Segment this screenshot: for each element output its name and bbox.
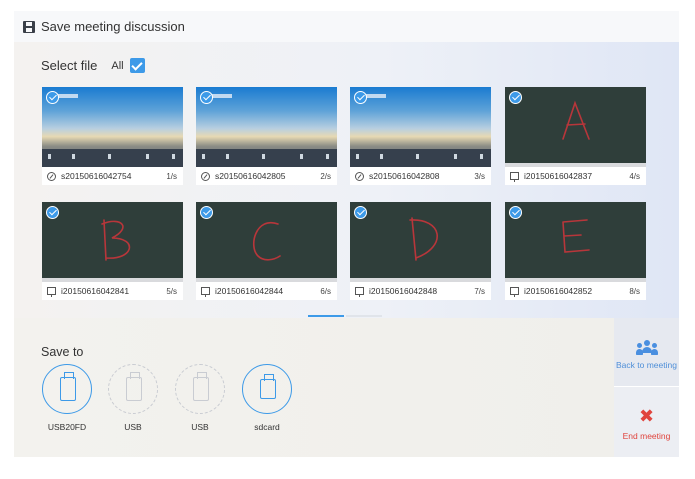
whiteboard-icon — [510, 287, 519, 297]
file-checkbox[interactable] — [200, 206, 213, 219]
usb-drive-icon — [60, 372, 76, 401]
sdcard-icon — [260, 374, 276, 399]
back-to-meeting-button[interactable]: Back to meeting — [614, 318, 679, 387]
select-file-row: Select file All — [41, 58, 145, 73]
device-sdcard[interactable]: sdcard — [241, 364, 293, 439]
file-selection-area: Select file All s20150616042754 1/s s201… — [14, 42, 679, 318]
file-name: i20150616042837 — [524, 171, 593, 181]
screenshot-icon — [355, 171, 364, 181]
usb-drive-icon — [126, 372, 142, 401]
device-label: USB — [191, 422, 209, 432]
side-actions: Back to meeting ✖ End meeting — [614, 318, 679, 457]
end-meeting-label: End meeting — [622, 431, 671, 441]
usb-drive-icon — [193, 372, 209, 401]
handwriting-b — [101, 219, 131, 261]
whiteboard-icon — [47, 287, 56, 297]
device-circle[interactable] — [42, 364, 92, 414]
device-label: USB20FD — [47, 422, 87, 432]
device-usb20fd[interactable]: USB20FD — [41, 364, 93, 439]
file-count: 1/s — [166, 171, 177, 181]
screenshot-thumbnail — [196, 87, 337, 167]
file-name: i20150616042848 — [369, 286, 438, 296]
device-usb[interactable]: USB — [107, 364, 159, 439]
save-to-panel: Save to USB20FD USB USB sdcard — [14, 318, 614, 457]
whiteboard-thumbnail — [505, 202, 646, 282]
floppy-disk-icon — [23, 20, 35, 33]
close-icon: ✖ — [638, 406, 655, 427]
whiteboard-thumbnail — [505, 87, 646, 167]
screenshot-icon — [201, 171, 210, 181]
dialog-title: Save meeting discussion — [41, 19, 185, 34]
file-count: 4/s — [629, 171, 640, 181]
screenshot-icon — [47, 171, 56, 181]
whiteboard-icon — [355, 287, 364, 297]
device-circle[interactable] — [108, 364, 158, 414]
device-label: sdcard — [254, 422, 280, 432]
file-checkbox[interactable] — [354, 206, 367, 219]
file-checkbox[interactable] — [46, 91, 59, 104]
device-label: USB — [124, 422, 142, 432]
select-all-label: All — [111, 59, 124, 72]
file-checkbox[interactable] — [46, 206, 59, 219]
file-meta: s20150616042805 2/s — [196, 167, 337, 185]
file-meta: s20150616042808 3/s — [350, 167, 491, 185]
people-icon — [635, 340, 658, 355]
file-checkbox[interactable] — [509, 91, 522, 104]
file-checkbox[interactable] — [354, 91, 367, 104]
save-dialog: Save meeting discussion Select file All … — [14, 11, 679, 457]
end-meeting-button[interactable]: ✖ End meeting — [614, 388, 679, 457]
file-count: 3/s — [474, 171, 485, 181]
file-meta: i20150616042844 6/s — [196, 282, 337, 300]
whiteboard-icon — [201, 287, 210, 297]
whiteboard-thumbnail — [42, 202, 183, 282]
file-meta: s20150616042754 1/s — [42, 167, 183, 185]
handwriting-c — [253, 221, 281, 261]
save-to-label: Save to — [41, 345, 84, 359]
handwriting-a — [562, 100, 590, 140]
file-count: 2/s — [320, 171, 331, 181]
file-card[interactable]: i20150616042852 8/s — [505, 202, 646, 300]
file-card[interactable]: i20150616042848 7/s — [350, 202, 491, 300]
file-meta: i20150616042848 7/s — [350, 282, 491, 300]
device-usb[interactable]: USB — [174, 364, 226, 439]
file-name: i20150616042844 — [215, 286, 284, 296]
file-checkbox[interactable] — [509, 206, 522, 219]
screenshot-thumbnail — [350, 87, 491, 167]
whiteboard-thumbnail — [196, 202, 337, 282]
file-card[interactable]: s20150616042808 3/s — [350, 87, 491, 185]
file-card[interactable]: i20150616042844 6/s — [196, 202, 337, 300]
file-name: i20150616042841 — [61, 286, 130, 296]
handwriting-d — [409, 217, 438, 261]
file-name: i20150616042852 — [524, 286, 593, 296]
select-file-label: Select file — [41, 58, 98, 73]
page-indicator — [346, 315, 382, 317]
file-name: s20150616042754 — [61, 171, 132, 181]
file-meta: i20150616042841 5/s — [42, 282, 183, 300]
handwriting-e — [562, 219, 590, 253]
file-count: 5/s — [166, 286, 177, 296]
file-count: 8/s — [629, 286, 640, 296]
whiteboard-icon — [510, 172, 519, 182]
device-circle[interactable] — [175, 364, 225, 414]
page-indicator-active — [308, 315, 344, 317]
file-meta: i20150616042837 4/s — [505, 167, 646, 185]
dialog-header: Save meeting discussion — [14, 11, 679, 42]
file-count: 6/s — [320, 286, 331, 296]
file-card[interactable]: i20150616042837 4/s — [505, 87, 646, 185]
file-meta: i20150616042852 8/s — [505, 282, 646, 300]
file-name: s20150616042808 — [369, 171, 440, 181]
select-all-checkbox[interactable] — [129, 58, 145, 73]
screenshot-thumbnail — [42, 87, 183, 167]
back-to-meeting-label: Back to meeting — [616, 360, 677, 370]
file-card[interactable]: s20150616042805 2/s — [196, 87, 337, 185]
file-count: 7/s — [474, 286, 485, 296]
file-checkbox[interactable] — [200, 91, 213, 104]
file-card[interactable]: i20150616042841 5/s — [42, 202, 183, 300]
file-card[interactable]: s20150616042754 1/s — [42, 87, 183, 185]
whiteboard-thumbnail — [350, 202, 491, 282]
device-circle[interactable] — [242, 364, 292, 414]
file-name: s20150616042805 — [215, 171, 286, 181]
